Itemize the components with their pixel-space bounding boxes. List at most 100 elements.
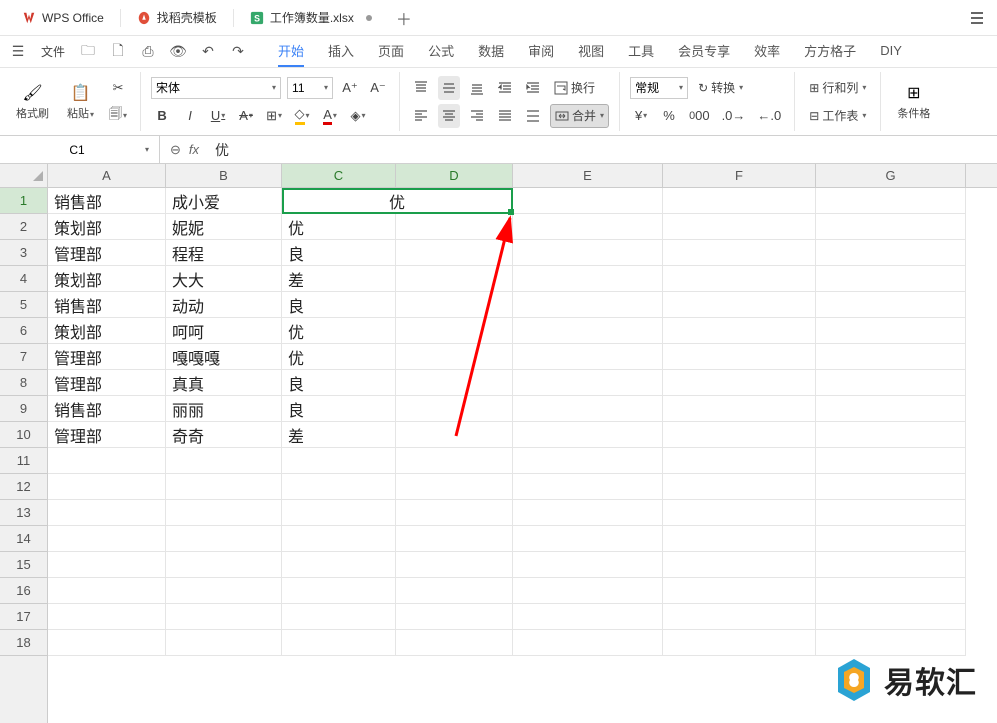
cell[interactable] <box>396 578 513 604</box>
paste-button[interactable]: 📋 粘贴▾ <box>61 79 100 125</box>
app-name-tab[interactable]: WPS Office <box>8 4 118 32</box>
cell[interactable] <box>816 500 966 526</box>
cell[interactable]: 妮妮 <box>166 214 282 240</box>
conditional-format-button[interactable]: ⊞ 条件格 <box>891 79 936 125</box>
cell[interactable]: 真真 <box>166 370 282 396</box>
merge-cells-button[interactable]: 合并▾ <box>550 104 609 128</box>
cell[interactable] <box>816 214 966 240</box>
font-color-button[interactable]: A▾ <box>319 104 341 128</box>
convert-button[interactable]: ↻ 转换▾ <box>694 76 747 100</box>
row-header-12[interactable]: 12 <box>0 474 47 500</box>
select-all-corner[interactable] <box>0 164 48 188</box>
indent-increase-icon[interactable] <box>522 76 544 100</box>
cell[interactable]: 差 <box>282 266 396 292</box>
cell[interactable] <box>396 318 513 344</box>
cell[interactable] <box>513 188 663 214</box>
cell[interactable] <box>816 266 966 292</box>
quick-menu-icon[interactable]: ☰ <box>8 42 28 62</box>
distribute-icon[interactable] <box>522 104 544 128</box>
cell[interactable] <box>513 526 663 552</box>
menu-collapse-icon[interactable] <box>965 6 989 30</box>
cell[interactable] <box>282 448 396 474</box>
decrease-decimal-icon[interactable]: ←.0 <box>754 104 784 128</box>
row-header-2[interactable]: 2 <box>0 214 47 240</box>
cell[interactable] <box>513 370 663 396</box>
tab-tools[interactable]: 工具 <box>628 36 654 67</box>
cell[interactable] <box>282 500 396 526</box>
cell[interactable] <box>513 552 663 578</box>
column-header-E[interactable]: E <box>513 164 663 187</box>
wrap-text-button[interactable]: 换行 <box>550 76 599 100</box>
cell[interactable] <box>816 474 966 500</box>
cell[interactable]: 成小爱 <box>166 188 282 214</box>
cell[interactable] <box>48 630 166 656</box>
cell[interactable] <box>663 266 816 292</box>
strike-button[interactable]: A▾ <box>235 104 257 128</box>
tab-member[interactable]: 会员专享 <box>678 36 730 67</box>
cell[interactable]: 良 <box>282 292 396 318</box>
cell[interactable] <box>816 526 966 552</box>
cell[interactable] <box>48 526 166 552</box>
align-left-icon[interactable] <box>410 104 432 128</box>
row-header-13[interactable]: 13 <box>0 500 47 526</box>
cell[interactable] <box>396 396 513 422</box>
cell[interactable] <box>282 552 396 578</box>
cell[interactable] <box>48 448 166 474</box>
column-header-F[interactable]: F <box>663 164 816 187</box>
cell[interactable]: 呵呵 <box>166 318 282 344</box>
cell[interactable] <box>166 500 282 526</box>
cell[interactable] <box>396 266 513 292</box>
row-header-11[interactable]: 11 <box>0 448 47 474</box>
cell[interactable] <box>396 630 513 656</box>
row-header-8[interactable]: 8 <box>0 370 47 396</box>
cell[interactable] <box>166 526 282 552</box>
cell[interactable]: 优 <box>282 214 396 240</box>
cell[interactable] <box>663 604 816 630</box>
row-header-15[interactable]: 15 <box>0 552 47 578</box>
cell[interactable] <box>663 188 816 214</box>
cell[interactable]: 管理部 <box>48 370 166 396</box>
percent-icon[interactable]: % <box>658 104 680 128</box>
number-format-select[interactable]: 常规▾ <box>630 77 688 99</box>
cell[interactable] <box>48 500 166 526</box>
cell[interactable] <box>396 474 513 500</box>
cell[interactable] <box>663 240 816 266</box>
cell[interactable] <box>48 552 166 578</box>
cell[interactable]: 优 <box>282 344 396 370</box>
cell[interactable]: 动动 <box>166 292 282 318</box>
cell[interactable] <box>513 448 663 474</box>
cell[interactable] <box>282 578 396 604</box>
cell[interactable] <box>513 422 663 448</box>
cell[interactable] <box>396 422 513 448</box>
row-header-16[interactable]: 16 <box>0 578 47 604</box>
cell[interactable] <box>663 318 816 344</box>
print-icon[interactable]: ⎙ <box>138 42 158 62</box>
redo-icon[interactable]: ↷ <box>228 42 248 62</box>
cell[interactable] <box>282 604 396 630</box>
new-tab-button[interactable]: ＋ <box>392 6 416 30</box>
tab-review[interactable]: 审阅 <box>528 36 554 67</box>
cell[interactable]: 优 <box>282 318 396 344</box>
cell[interactable] <box>816 578 966 604</box>
row-header-17[interactable]: 17 <box>0 604 47 630</box>
row-header-10[interactable]: 10 <box>0 422 47 448</box>
template-tab[interactable]: 找稻壳模板 <box>123 4 231 32</box>
cell[interactable] <box>166 578 282 604</box>
cell[interactable] <box>396 448 513 474</box>
cell[interactable] <box>282 526 396 552</box>
cell[interactable]: 优 <box>282 188 513 214</box>
italic-button[interactable]: I <box>179 104 201 128</box>
cell[interactable] <box>396 370 513 396</box>
namebox-dropdown-icon[interactable]: ▾ <box>145 145 149 154</box>
cell[interactable] <box>663 578 816 604</box>
row-header-6[interactable]: 6 <box>0 318 47 344</box>
save-icon[interactable]: 🗀 <box>78 42 98 62</box>
tab-page[interactable]: 页面 <box>378 36 404 67</box>
column-header-B[interactable]: B <box>166 164 282 187</box>
align-middle-icon[interactable] <box>438 76 460 100</box>
clear-format-button[interactable]: ◈▾ <box>347 104 369 128</box>
cell[interactable] <box>166 552 282 578</box>
cell[interactable]: 差 <box>282 422 396 448</box>
row-header-4[interactable]: 4 <box>0 266 47 292</box>
row-header-7[interactable]: 7 <box>0 344 47 370</box>
